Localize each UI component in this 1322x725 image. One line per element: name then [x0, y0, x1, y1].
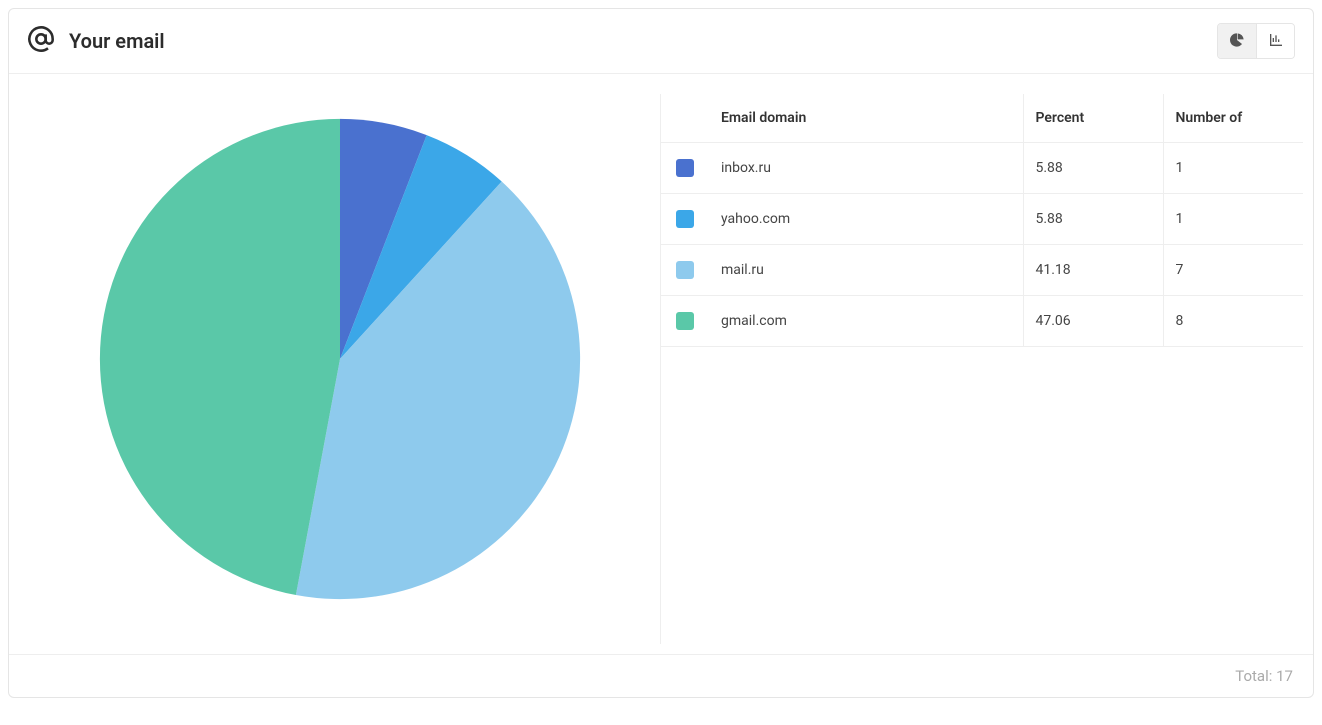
- table-row: gmail.com47.068: [661, 296, 1303, 347]
- header-domain: Email domain: [709, 94, 1023, 143]
- number-cell: 1: [1163, 194, 1303, 245]
- chart-column: [19, 94, 661, 644]
- pie-view-button[interactable]: [1218, 24, 1256, 58]
- card-body: Email domain Percent Number of inbox.ru5…: [9, 74, 1313, 654]
- at-sign-icon: [27, 25, 55, 57]
- number-cell: 7: [1163, 245, 1303, 296]
- swatch-cell: [661, 245, 709, 296]
- table-row: mail.ru41.187: [661, 245, 1303, 296]
- domain-cell: inbox.ru: [709, 143, 1023, 194]
- table-row: inbox.ru5.881: [661, 143, 1303, 194]
- percent-cell: 5.88: [1023, 143, 1163, 194]
- swatch-cell: [661, 143, 709, 194]
- pie-chart: [95, 114, 585, 604]
- swatch-cell: [661, 296, 709, 347]
- domain-cell: yahoo.com: [709, 194, 1023, 245]
- percent-cell: 47.06: [1023, 296, 1163, 347]
- color-swatch: [676, 261, 694, 279]
- card-title: Your email: [69, 29, 165, 53]
- card-header: Your email: [9, 9, 1313, 74]
- domain-cell: mail.ru: [709, 245, 1023, 296]
- percent-cell: 5.88: [1023, 194, 1163, 245]
- email-card: Your email: [8, 8, 1314, 698]
- bar-chart-icon: [1268, 32, 1284, 51]
- table-header-row: Email domain Percent Number of: [661, 94, 1303, 143]
- number-cell: 1: [1163, 143, 1303, 194]
- domain-cell: gmail.com: [709, 296, 1023, 347]
- pie-svg: [95, 114, 585, 604]
- header-swatch: [661, 94, 709, 143]
- pie-slice[interactable]: [99, 119, 339, 595]
- header-number: Number of: [1163, 94, 1303, 143]
- color-swatch: [676, 312, 694, 330]
- bar-view-button[interactable]: [1256, 24, 1294, 58]
- color-swatch: [676, 210, 694, 228]
- pie-chart-icon: [1229, 32, 1245, 51]
- title-wrap: Your email: [27, 25, 165, 57]
- header-percent: Percent: [1023, 94, 1163, 143]
- swatch-cell: [661, 194, 709, 245]
- total-value: 17: [1276, 667, 1293, 685]
- percent-cell: 41.18: [1023, 245, 1163, 296]
- total-label: Total:: [1235, 667, 1272, 685]
- color-swatch: [676, 159, 694, 177]
- number-cell: 8: [1163, 296, 1303, 347]
- email-domain-table: Email domain Percent Number of inbox.ru5…: [661, 94, 1303, 347]
- card-footer: Total: 17: [9, 654, 1313, 697]
- table-column: Email domain Percent Number of inbox.ru5…: [661, 94, 1303, 644]
- view-toggle-group: [1217, 23, 1295, 59]
- table-row: yahoo.com5.881: [661, 194, 1303, 245]
